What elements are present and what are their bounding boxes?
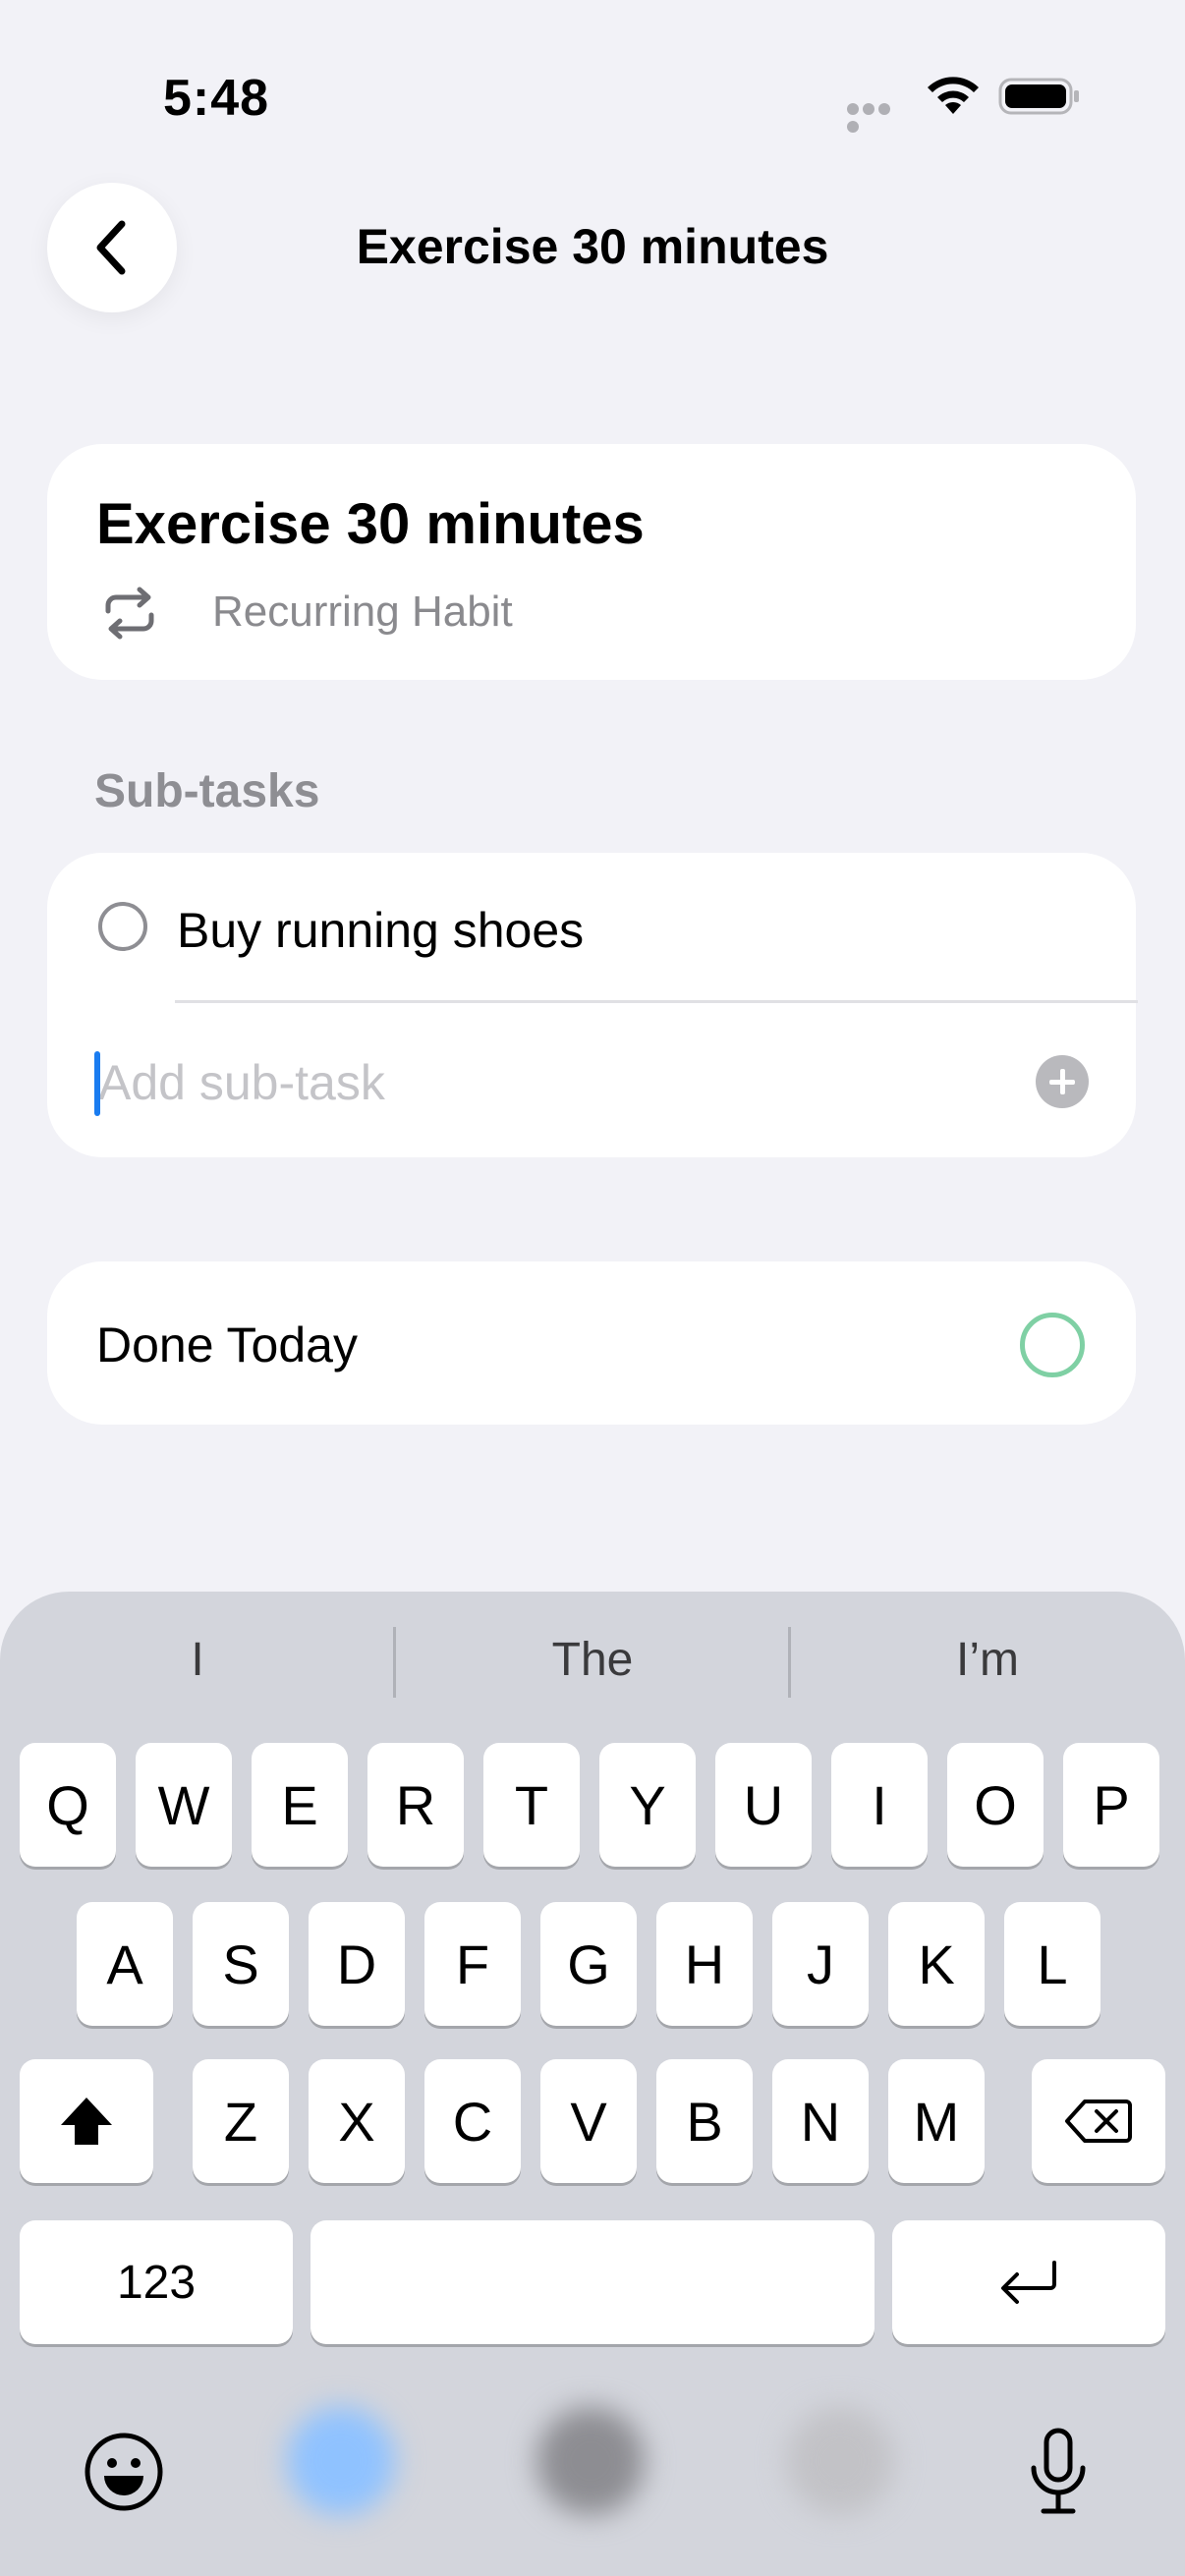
divider — [175, 1000, 1138, 1003]
key-d[interactable]: D — [309, 1902, 405, 2026]
key-i[interactable]: I — [831, 1743, 928, 1867]
key-m[interactable]: M — [888, 2059, 985, 2183]
key-q[interactable]: Q — [20, 1743, 116, 1867]
keyboard-bottom-bar — [0, 2348, 1185, 2576]
subtask-item[interactable]: Buy running shoes — [47, 853, 1138, 1004]
return-icon — [1001, 2261, 1056, 2304]
key-f[interactable]: F — [424, 1902, 521, 2026]
done-today-toggle[interactable] — [1020, 1313, 1085, 1377]
wifi-icon — [928, 77, 979, 114]
key-a[interactable]: A — [77, 1902, 173, 2026]
subtasks-card: Buy running shoes — [47, 853, 1138, 1157]
done-today-card[interactable]: Done Today — [47, 1261, 1136, 1425]
status-time: 5:48 — [163, 70, 270, 127]
key-g[interactable]: G — [540, 1902, 637, 2026]
key-p[interactable]: P — [1063, 1743, 1159, 1867]
key-x[interactable]: X — [309, 2059, 405, 2183]
key-t[interactable]: T — [483, 1743, 580, 1867]
subtask-checkbox[interactable] — [98, 902, 147, 951]
shift-key[interactable] — [20, 2059, 153, 2183]
suggestion-1[interactable]: I — [0, 1633, 395, 1687]
key-o[interactable]: O — [947, 1743, 1044, 1867]
status-bar: 5:48 — [0, 0, 1185, 187]
key-w[interactable]: W — [136, 1743, 232, 1867]
add-subtask-input[interactable] — [98, 1047, 1022, 1118]
suggestion-3[interactable]: I’m — [790, 1633, 1185, 1687]
text-cursor — [94, 1051, 100, 1116]
key-e[interactable]: E — [252, 1743, 348, 1867]
delete-key[interactable] — [1032, 2059, 1165, 2183]
key-n[interactable]: N — [772, 2059, 869, 2183]
blurred-tab-icon — [536, 2407, 645, 2515]
habit-card: Exercise 30 minutes Recurring Habit — [47, 444, 1136, 680]
key-h[interactable]: H — [656, 1902, 753, 2026]
blurred-tab-icon — [786, 2407, 894, 2515]
battery-icon — [998, 78, 1079, 115]
key-j[interactable]: J — [772, 1902, 869, 2026]
habit-type-label: Recurring Habit — [212, 588, 513, 636]
key-c[interactable]: C — [424, 2059, 521, 2183]
add-subtask-row — [47, 1004, 1136, 1157]
repeat-icon — [105, 587, 154, 640]
space-key[interactable] — [310, 2220, 875, 2344]
key-y[interactable]: Y — [599, 1743, 696, 1867]
key-v[interactable]: V — [540, 2059, 637, 2183]
key-z[interactable]: Z — [193, 2059, 289, 2183]
page-title: Exercise 30 minutes — [356, 219, 829, 274]
subtask-label: Buy running shoes — [177, 903, 585, 958]
key-u[interactable]: U — [715, 1743, 812, 1867]
key-k[interactable]: K — [888, 1902, 985, 2026]
subtasks-section-header: Sub-tasks — [94, 765, 320, 817]
numbers-key[interactable]: 123 — [20, 2220, 293, 2344]
microphone-icon[interactable] — [1026, 2427, 1091, 2517]
signal-dots-icon — [847, 102, 908, 133]
backspace-icon — [1065, 2100, 1132, 2143]
done-today-label: Done Today — [96, 1317, 358, 1372]
key-b[interactable]: B — [656, 2059, 753, 2183]
blurred-tab-icon — [287, 2407, 395, 2515]
emoji-icon[interactable] — [83, 2431, 165, 2513]
plus-circle-icon[interactable] — [1036, 1055, 1089, 1108]
key-l[interactable]: L — [1004, 1902, 1100, 2026]
key-r[interactable]: R — [367, 1743, 464, 1867]
return-key[interactable] — [892, 2220, 1165, 2344]
suggestion-2[interactable]: The — [395, 1633, 790, 1687]
keyboard: I The I’m QWERTYUIOPASDFGHJKLZXCVBNM 123 — [0, 1592, 1185, 2576]
predictive-bar: I The I’m — [0, 1592, 1185, 1719]
shift-icon — [61, 2098, 112, 2145]
key-s[interactable]: S — [193, 1902, 289, 2026]
habit-title: Exercise 30 minutes — [96, 492, 645, 556]
